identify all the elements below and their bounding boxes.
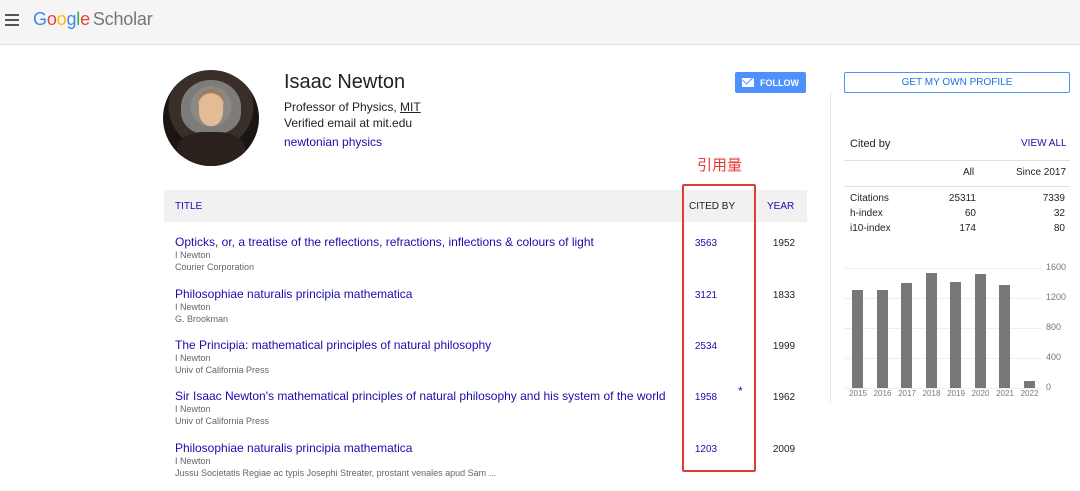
research-interest-link[interactable]: newtonian physics: [284, 135, 382, 149]
stat-all-value: 174: [959, 223, 976, 234]
chart-bar[interactable]: [852, 289, 863, 388]
publication-year: 2009: [772, 444, 796, 455]
publication-venue: Univ of California Press: [175, 365, 270, 375]
sort-by-year-header[interactable]: YEAR: [767, 201, 794, 212]
publication-authors: I Newton: [175, 404, 211, 414]
publication-title-link[interactable]: Philosophiae naturalis principia mathema…: [175, 287, 412, 301]
publication-year: 1962: [772, 392, 796, 403]
chart-bar[interactable]: [876, 289, 888, 388]
chart-bar[interactable]: [901, 283, 912, 388]
view-all-link[interactable]: VIEW ALL: [1021, 138, 1067, 149]
stat-since-value: 80: [1053, 223, 1065, 234]
chart-y-tick: 400: [1046, 352, 1062, 362]
chart-x-tick: 2017: [898, 389, 916, 398]
hamburger-menu-icon[interactable]: [5, 14, 19, 26]
chart-y-tick: 800: [1046, 322, 1062, 332]
publication-authors: I Newton: [175, 353, 211, 363]
profile-photo: [163, 70, 259, 166]
chart-gridline: [844, 268, 1042, 269]
top-bar: Google Scholar: [0, 0, 1080, 45]
publication-title-link[interactable]: Opticks, or, a treatise of the reflectio…: [175, 235, 594, 249]
publication-venue: G. Brookman: [175, 314, 229, 324]
follow-button[interactable]: FOLLOW: [735, 72, 806, 93]
sidebar-divider: [830, 92, 831, 402]
get-my-own-profile-button[interactable]: GET MY OWN PROFILE: [844, 72, 1070, 93]
chart-x-tick: 2015: [849, 389, 867, 398]
stat-all-value: 60: [964, 208, 976, 219]
stat-label: i10-index: [850, 223, 891, 234]
publication-venue: Univ of California Press: [175, 416, 270, 426]
sort-by-title-header[interactable]: TITLE: [175, 201, 202, 212]
publication-title-link[interactable]: The Principia: mathematical principles o…: [175, 338, 491, 352]
stats-col-since: Since 2017: [1016, 167, 1067, 178]
chart-y-tick: 0: [1046, 382, 1052, 392]
publication-year: 1999: [772, 341, 796, 352]
chart-gridline: [844, 358, 1042, 359]
chart-bar[interactable]: [1023, 380, 1035, 388]
stats-divider: [844, 160, 1070, 161]
chart-gridline: [844, 298, 1042, 299]
chart-y-tick: 1200: [1046, 292, 1067, 302]
publication-year: 1952: [772, 238, 796, 249]
chart-bar[interactable]: [974, 274, 986, 388]
stat-since-value: 32: [1053, 208, 1065, 219]
chart-y-tick: 1600: [1046, 262, 1067, 272]
stat-label: h-index: [850, 208, 883, 219]
chart-bar[interactable]: [950, 281, 961, 388]
publication-authors: I Newton: [175, 250, 211, 260]
chart-x-tick: 2022: [1020, 389, 1039, 398]
stat-all-value: 25311: [948, 193, 976, 204]
cited-by-heading: Cited by: [850, 138, 891, 150]
publication-authors: I Newton: [175, 456, 211, 466]
google-scholar-logo[interactable]: Google Scholar: [33, 9, 153, 30]
cited-by-highlight-box: [682, 184, 756, 472]
publication-venue: Courier Corporation: [175, 262, 255, 272]
profile-affiliation: Professor of Physics, MIT: [284, 100, 421, 114]
chart-gridline: [844, 328, 1042, 329]
chart-x-tick: 2020: [971, 389, 990, 398]
publication-authors: I Newton: [175, 302, 211, 312]
stats-divider: [844, 186, 1070, 187]
publication-year: 1833: [772, 290, 796, 301]
publication-title-link[interactable]: Philosophiae naturalis principia mathema…: [175, 441, 412, 455]
cited-by-annotation: 引用量: [697, 157, 743, 174]
chart-x-tick: 2018: [922, 389, 941, 398]
chart-bar[interactable]: [999, 284, 1010, 388]
profile-name: Isaac Newton: [284, 71, 406, 93]
publication-venue: Jussu Societatis Regiae ac typis Josephi…: [175, 468, 497, 478]
affiliation-link[interactable]: MIT: [400, 100, 421, 114]
stat-since-value: 7339: [1042, 193, 1065, 204]
chart-x-tick: 2016: [873, 389, 892, 398]
stats-col-all: All: [963, 167, 975, 178]
chart-x-tick: 2021: [996, 389, 1014, 398]
chart-bar[interactable]: [925, 272, 937, 388]
stat-label: Citations: [850, 193, 889, 204]
mail-icon: [742, 78, 754, 87]
publication-title-link[interactable]: Sir Isaac Newton's mathematical principl…: [175, 389, 666, 403]
verified-email: Verified email at mit.edu: [284, 116, 413, 130]
chart-x-tick: 2019: [947, 389, 965, 398]
